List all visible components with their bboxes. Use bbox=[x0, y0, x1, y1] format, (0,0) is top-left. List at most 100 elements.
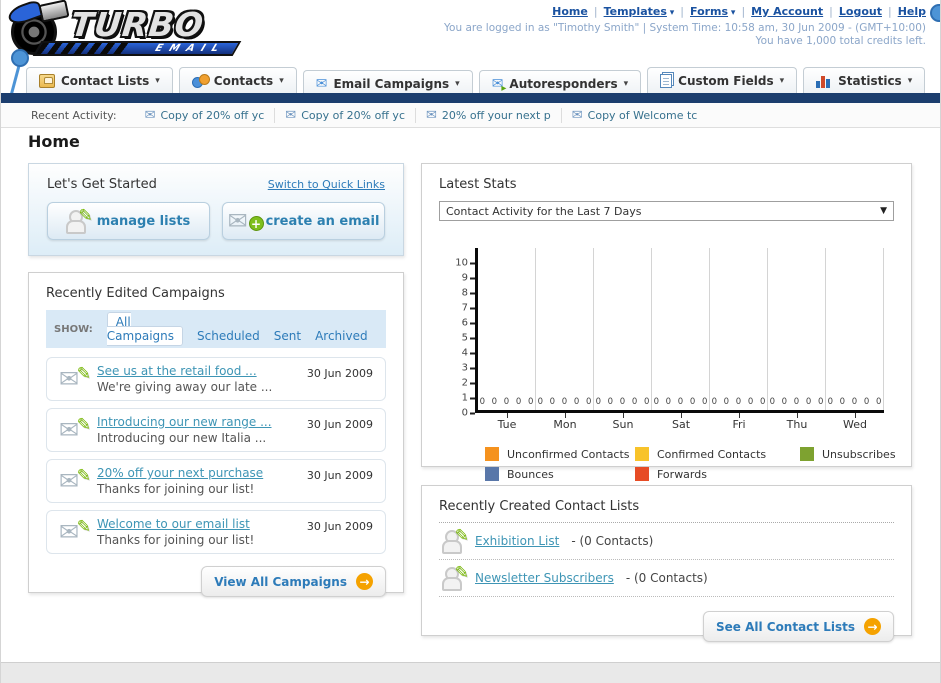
page-title: Home bbox=[28, 132, 80, 151]
header-link-forms: Forms ▾ | bbox=[690, 5, 751, 18]
contact-list-count: - (0 Contacts) bbox=[571, 534, 654, 548]
recent-activity-label: Recent Activity: bbox=[31, 108, 117, 122]
list-pencil-icon: ✎ bbox=[65, 206, 93, 234]
envelope-icon: ✉ bbox=[144, 107, 156, 123]
x-tick-label: Tue bbox=[478, 413, 536, 431]
campaigns-panel-title: Recently Edited Campaigns bbox=[46, 286, 225, 301]
campaign-title-link[interactable]: 20% off your next purchase bbox=[97, 466, 295, 480]
contact-list-name-link[interactable]: Newsletter Subscribers bbox=[475, 571, 614, 585]
latest-stats-panel: Latest Stats Contact Activity for the La… bbox=[421, 163, 912, 481]
header-nav-links: Home | Templates ▾ | Forms ▾ | My Account | Logo… bbox=[552, 5, 926, 18]
chart-legend: Unconfirmed Contacts Confirmed Contacts Un… bbox=[485, 447, 896, 481]
campaign-date: 30 Jun 2009 bbox=[306, 520, 373, 533]
campaign-filters: All Campaigns Scheduled Sent Archived bbox=[106, 312, 382, 346]
filter-archived[interactable]: Archived bbox=[315, 329, 368, 343]
tab-contact-lists[interactable]: Contact Lists ▾ bbox=[26, 67, 173, 93]
y-tick-label: 3 bbox=[462, 363, 475, 374]
chevron-down-icon: ▾ bbox=[155, 75, 160, 86]
contact-list-name-link[interactable]: Exhibition List bbox=[475, 534, 559, 548]
campaign-list: ✉ ✎ See us at the retail food ... We're giv… bbox=[46, 357, 386, 554]
legend-swatch bbox=[800, 447, 814, 461]
recent-activity-item[interactable]: ✉ Copy of Welcome tc bbox=[560, 107, 708, 123]
legend-item: Unsubscribes bbox=[800, 447, 896, 461]
filter-sent[interactable]: Sent bbox=[274, 329, 301, 343]
recent-activity-item[interactable]: ✉ Copy of 20% off yc bbox=[274, 107, 415, 123]
tab-custom-fields[interactable]: Custom Fields ▾ bbox=[647, 67, 798, 93]
recent-activity-item[interactable]: ✉ Copy of 20% off yc bbox=[135, 108, 275, 123]
email-campaigns-icon: ✉ bbox=[315, 75, 328, 92]
see-all-contact-lists-label: See All Contact Lists bbox=[715, 619, 855, 634]
tab-contacts[interactable]: Contacts ▾ bbox=[178, 67, 297, 93]
legend-item: Confirmed Contacts bbox=[635, 447, 800, 461]
chart-day-group: 0 0 0 0 0 bbox=[768, 248, 826, 410]
filter-all-campaigns[interactable]: All Campaigns bbox=[106, 312, 183, 346]
activity-item-label: 20% off your next p bbox=[441, 108, 551, 122]
custom-fields-icon bbox=[660, 73, 673, 88]
manage-lists-button[interactable]: ✎ manage lists bbox=[47, 202, 210, 240]
recent-activity-item[interactable]: ✉ 20% off your next p bbox=[415, 107, 561, 123]
contact-lists-panel-title: Recently Created Contact Lists bbox=[439, 499, 640, 514]
header-link-label[interactable]: Help bbox=[898, 5, 926, 18]
header-link-home: Home | bbox=[552, 5, 603, 18]
campaign-card: ✉ ✎ Welcome to our email list Thanks for jo… bbox=[46, 510, 386, 554]
manage-lists-label: manage lists bbox=[96, 213, 191, 229]
link-separator: | bbox=[829, 5, 833, 18]
y-tick-label: 1 bbox=[462, 393, 475, 404]
x-tick-label: Sun bbox=[594, 413, 652, 431]
chevron-down-icon: ▼ bbox=[880, 206, 887, 216]
campaign-title-link[interactable]: Introducing our new range ... bbox=[97, 415, 295, 429]
header-link-label[interactable]: Templates bbox=[604, 5, 667, 18]
header-link-label[interactable]: My Account bbox=[751, 5, 823, 18]
y-tick-label: 2 bbox=[462, 378, 475, 389]
chart-day-group: 0 0 0 0 0 bbox=[710, 248, 768, 410]
y-tick-label: 5 bbox=[462, 333, 475, 344]
activity-item-label: Copy of 20% off yc bbox=[160, 108, 265, 122]
help-callout-icon bbox=[930, 4, 940, 22]
campaign-subtitle: Introducing our new Italia ... bbox=[97, 431, 267, 445]
zero-value-labels: 0 0 0 0 0 bbox=[479, 397, 534, 407]
contact-list-row: ✎ Newsletter Subscribers - (0 Contacts) bbox=[439, 560, 894, 597]
campaign-subtitle: We're giving away our late ... bbox=[97, 380, 273, 394]
campaign-subtitle: Thanks for joining our list! bbox=[97, 482, 255, 496]
campaign-card: ✉ ✎ Introducing our new range ... Introduci… bbox=[46, 408, 386, 452]
view-all-campaigns-button[interactable]: View All Campaigns → bbox=[201, 566, 386, 597]
main-nav-tabbar: Contact Lists ▾ Contacts ▾ ✉ Email Campaigns ▾… bbox=[1, 67, 940, 96]
legend-swatch bbox=[485, 447, 499, 461]
legend-item: Unconfirmed Contacts bbox=[485, 447, 635, 461]
app-window: TURBO EMAIL Home | Templates ▾ | Forms ▾ | My … bbox=[0, 0, 941, 683]
recent-activity-bar: Recent Activity: ✉ Copy of 20% off yc ✉ Cop… bbox=[1, 103, 940, 128]
list-pencil-icon: ✎ bbox=[442, 563, 469, 591]
header-link-label[interactable]: Home bbox=[552, 5, 588, 18]
y-tick-label: 10 bbox=[455, 258, 475, 269]
tab-label: Contacts bbox=[213, 73, 274, 88]
see-all-contact-lists-button[interactable]: See All Contact Lists → bbox=[702, 611, 894, 642]
header-link-logout: Logout | bbox=[839, 5, 898, 18]
tab-statistics[interactable]: Statistics ▾ bbox=[803, 67, 926, 93]
create-email-button[interactable]: ✉ + create an email bbox=[222, 202, 385, 240]
envelope-icon: ✉ bbox=[285, 107, 297, 123]
arrow-right-icon: → bbox=[356, 573, 373, 590]
filter-scheduled[interactable]: Scheduled bbox=[197, 329, 260, 343]
link-separator: | bbox=[680, 5, 684, 18]
campaign-card: ✉ ✎ 20% off your next purchase Thanks for j… bbox=[46, 459, 386, 503]
header-link-label[interactable]: Forms bbox=[690, 5, 728, 18]
chevron-down-icon: ▾ bbox=[666, 8, 675, 18]
chevron-down-icon: ▾ bbox=[728, 8, 736, 18]
tab-label: Statistics bbox=[838, 73, 902, 88]
chevron-down-icon: ▾ bbox=[779, 75, 785, 86]
stats-activity-dropdown[interactable]: Contact Activity for the Last 7 Days ▼ bbox=[439, 201, 894, 221]
x-tick-label: Thu bbox=[768, 413, 826, 431]
switch-quick-links-link[interactable]: Switch to Quick Links bbox=[268, 178, 385, 191]
chart-plot-area: 0 0 0 0 00 0 0 0 00 0 0 0 00 0 0 0 00 0 … bbox=[475, 248, 884, 413]
campaign-title-link[interactable]: See us at the retail food ... bbox=[97, 364, 295, 378]
zero-value-labels: 0 0 0 0 0 bbox=[827, 397, 882, 407]
y-tick-label: 8 bbox=[462, 288, 475, 299]
campaign-title-link[interactable]: Welcome to our email list bbox=[97, 517, 295, 531]
logo-text-primary: TURBO bbox=[68, 5, 206, 44]
header-link-templates: Templates ▾ | bbox=[604, 5, 690, 18]
campaigns-filter-bar: SHOW: All Campaigns Scheduled Sent Archived bbox=[46, 310, 386, 348]
tab-label: Email Campaigns bbox=[333, 76, 450, 91]
header-link-label[interactable]: Logout bbox=[839, 5, 882, 18]
envelope-icon: ✉ bbox=[571, 107, 583, 123]
view-all-campaigns-label: View All Campaigns bbox=[214, 574, 347, 589]
